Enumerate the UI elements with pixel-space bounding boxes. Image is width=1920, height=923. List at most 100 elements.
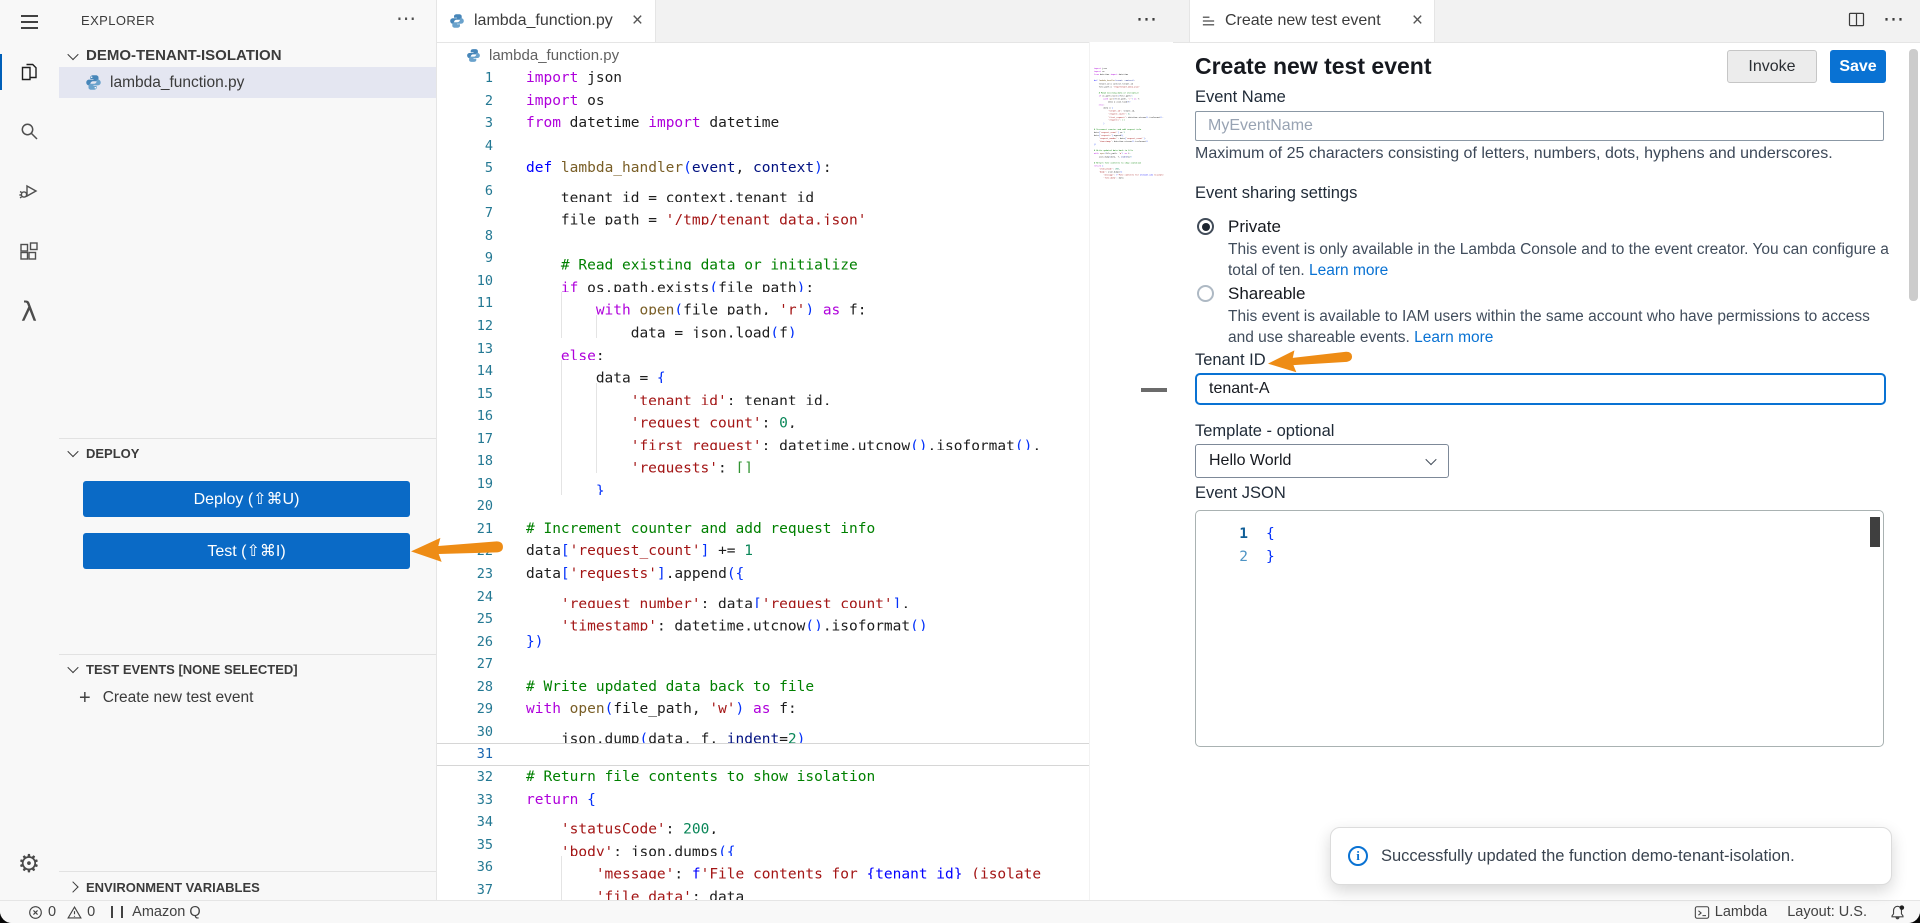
code-line: 16'request_count': 0, <box>437 405 1089 428</box>
panel-scrollbar-thumb[interactable] <box>1909 49 1918 301</box>
code-editor[interactable]: 1import json2import os3from datetime imp… <box>437 67 1089 900</box>
save-button[interactable]: Save <box>1830 50 1886 83</box>
panel-more-icon[interactable]: ⋯ <box>1883 7 1904 32</box>
lambda-status[interactable]: Lambda <box>1694 904 1767 920</box>
code-line: 13else: <box>437 338 1089 361</box>
minimap-code: import jsonimport osfrom datetime import… <box>1094 67 1178 180</box>
vscode-window: λ ⚙ EXPLORER ⋯ DEMO-TENANT-ISOLATION lam… <box>0 0 1920 923</box>
code-line: 30json.dump(data, f, indent=2) <box>437 721 1089 744</box>
problems-status[interactable]: 0 0 <box>28 904 95 920</box>
test-event-panel: Create new test event × ⋯ Create new tes… <box>1173 0 1920 900</box>
code-line: 5def lambda_handler(event, context): <box>437 157 1089 180</box>
panel-tab-label: Create new test event <box>1225 12 1381 30</box>
toast-notification: i Successfully updated the function demo… <box>1330 827 1892 885</box>
code-line: 9# Read existing data or initialize <box>437 247 1089 270</box>
radio-private-label[interactable]: Private <box>1228 217 1281 237</box>
explorer-title: EXPLORER <box>81 13 155 28</box>
file-item-lambda-function[interactable]: lambda_function.py <box>59 67 436 98</box>
radio-private-description: This event is only available in the Lamb… <box>1228 239 1890 281</box>
radio-shareable[interactable] <box>1197 285 1214 302</box>
workspace-folder[interactable]: DEMO-TENANT-ISOLATION <box>59 44 436 67</box>
minimap[interactable]: import jsonimport osfrom datetime import… <box>1089 42 1173 900</box>
divider <box>59 871 436 872</box>
invoke-button[interactable]: Invoke <box>1727 50 1817 83</box>
keyboard-layout-status[interactable]: Layout: U.S. <box>1787 904 1867 920</box>
notifications-bell[interactable] <box>1889 904 1906 921</box>
code-line: 15'tenant_id': tenant_id, <box>437 383 1089 406</box>
code-line: 24'request_number': data['request_count'… <box>437 586 1089 609</box>
section-test-events[interactable]: TEST EVENTS [NONE SELECTED] <box>59 657 436 681</box>
close-icon[interactable]: × <box>632 10 643 32</box>
explorer-icon[interactable] <box>0 50 58 94</box>
amazon-q-status[interactable]: Amazon Q <box>95 904 201 920</box>
divider <box>59 438 436 439</box>
menu-icon[interactable] <box>0 0 58 44</box>
code-line: 37'file_data': data <box>437 879 1089 900</box>
learn-more-link[interactable]: Learn more <box>1309 262 1388 279</box>
json-line: 1{ <box>1196 523 1883 546</box>
chevron-down-icon <box>1425 454 1436 465</box>
code-line: 29with open(file_path, 'w') as f: <box>437 698 1089 721</box>
extensions-icon[interactable] <box>0 230 58 274</box>
code-line: 8 <box>437 225 1089 248</box>
template-label: Template - optional <box>1195 422 1334 441</box>
code-line: 7file_path = '/tmp/tenant_data.json' <box>437 202 1089 225</box>
breadcrumb[interactable]: lambda_function.py <box>437 43 1173 68</box>
create-new-test-event-item[interactable]: + Create new test event <box>59 684 436 712</box>
bell-icon <box>1889 904 1906 921</box>
python-icon <box>449 13 465 29</box>
event-json-editor[interactable]: 1{2} <box>1195 510 1884 747</box>
radio-shareable-label[interactable]: Shareable <box>1228 284 1306 304</box>
tab-lambda-function[interactable]: lambda_function.py × <box>437 0 656 42</box>
radio-private[interactable] <box>1197 218 1214 235</box>
code-line: 28# Write updated data back to file <box>437 676 1089 699</box>
code-line: 3from datetime import datetime <box>437 112 1089 135</box>
python-icon <box>85 74 102 91</box>
close-icon[interactable]: × <box>1412 10 1423 32</box>
editor-actions-more-icon[interactable]: ⋯ <box>1136 7 1157 32</box>
run-debug-icon[interactable] <box>0 169 58 213</box>
deploy-button[interactable]: Deploy (⇧⌘U) <box>83 481 410 517</box>
status-bar: 0 0 Amazon Q Lambda Layout: U.S. <box>0 900 1920 923</box>
aws-lambda-icon[interactable]: λ <box>0 290 58 334</box>
tenant-id-input[interactable] <box>1195 373 1886 405</box>
webview-icon <box>1201 14 1216 29</box>
explorer-more-icon[interactable]: ⋯ <box>396 6 416 31</box>
minimap-marker <box>1141 388 1167 392</box>
code-line: 34'statusCode': 200, <box>437 811 1089 834</box>
settings-gear-icon[interactable]: ⚙ <box>0 842 58 886</box>
chevron-down-icon <box>67 48 78 59</box>
toast-message: Successfully updated the function demo-t… <box>1381 847 1795 866</box>
editor-group: lambda_function.py × ⋯ lambda_function.p… <box>437 0 1173 900</box>
code-line: 32# Return file contents to show isolati… <box>437 766 1089 789</box>
chevron-right-icon <box>67 881 78 892</box>
search-icon[interactable] <box>0 109 58 153</box>
json-scrollbar-thumb[interactable] <box>1870 517 1880 547</box>
code-line: 20 <box>437 495 1089 518</box>
plus-icon: + <box>79 688 91 708</box>
json-line: 2} <box>1196 546 1883 569</box>
editor-tab-bar: lambda_function.py × ⋯ <box>437 0 1173 43</box>
section-deploy[interactable]: DEPLOY <box>59 441 436 465</box>
error-icon <box>28 905 43 920</box>
page-title: Create new test event <box>1195 53 1431 80</box>
code-line: 35'body': json.dumps({ <box>437 834 1089 857</box>
split-editor-icon[interactable] <box>1846 9 1867 30</box>
tenant-id-label: Tenant ID <box>1195 351 1266 370</box>
code-line: 33return { <box>437 789 1089 812</box>
info-icon: i <box>1348 846 1368 866</box>
event-name-input[interactable] <box>1195 111 1884 141</box>
code-line: 11with open(file_path, 'r') as f: <box>437 292 1089 315</box>
template-select[interactable]: Hello World <box>1195 444 1449 478</box>
section-environment-variables[interactable]: ENVIRONMENT VARIABLES <box>59 875 436 899</box>
code-line: 18'requests': [] <box>437 450 1089 473</box>
learn-more-link[interactable]: Learn more <box>1414 329 1493 346</box>
code-line: 27 <box>437 653 1089 676</box>
chevron-down-icon <box>67 446 78 457</box>
code-line: 4 <box>437 135 1089 158</box>
code-line: 2import os <box>437 90 1089 113</box>
event-name-help: Maximum of 25 characters consisting of l… <box>1195 145 1833 163</box>
tab-create-new-test-event[interactable]: Create new test event × <box>1189 0 1435 42</box>
code-line: 36'message': f'File contents for {tenant… <box>437 856 1089 879</box>
test-button[interactable]: Test (⇧⌘I) <box>83 533 410 569</box>
